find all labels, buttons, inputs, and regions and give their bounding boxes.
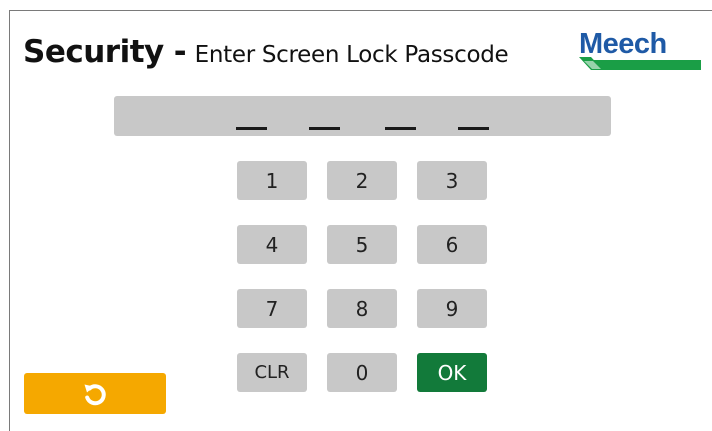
clear-button[interactable]: CLR [237,353,307,392]
key-7[interactable]: 7 [237,289,307,328]
title-separator: - [173,34,187,70]
key-0[interactable]: 0 [327,353,397,392]
passcode-display [114,96,611,136]
key-4[interactable]: 4 [237,225,307,264]
key-2[interactable]: 2 [327,161,397,200]
page-title: Security - Enter Screen Lock Passcode [23,34,509,70]
key-8[interactable]: 8 [327,289,397,328]
passcode-slot [458,127,489,130]
logo-text: Meech [579,28,667,60]
key-9[interactable]: 9 [417,289,487,328]
title-subtitle: Enter Screen Lock Passcode [194,42,509,68]
passcode-slot [309,127,340,130]
key-3[interactable]: 3 [417,161,487,200]
key-6[interactable]: 6 [417,225,487,264]
ok-button[interactable]: OK [417,353,487,392]
meech-logo: Meech [577,28,702,74]
back-button[interactable] [24,373,166,414]
key-5[interactable]: 5 [327,225,397,264]
title-main: Security [23,34,164,70]
passcode-slot [236,127,267,130]
undo-icon [84,383,106,405]
key-1[interactable]: 1 [237,161,307,200]
passcode-slot [385,127,416,130]
